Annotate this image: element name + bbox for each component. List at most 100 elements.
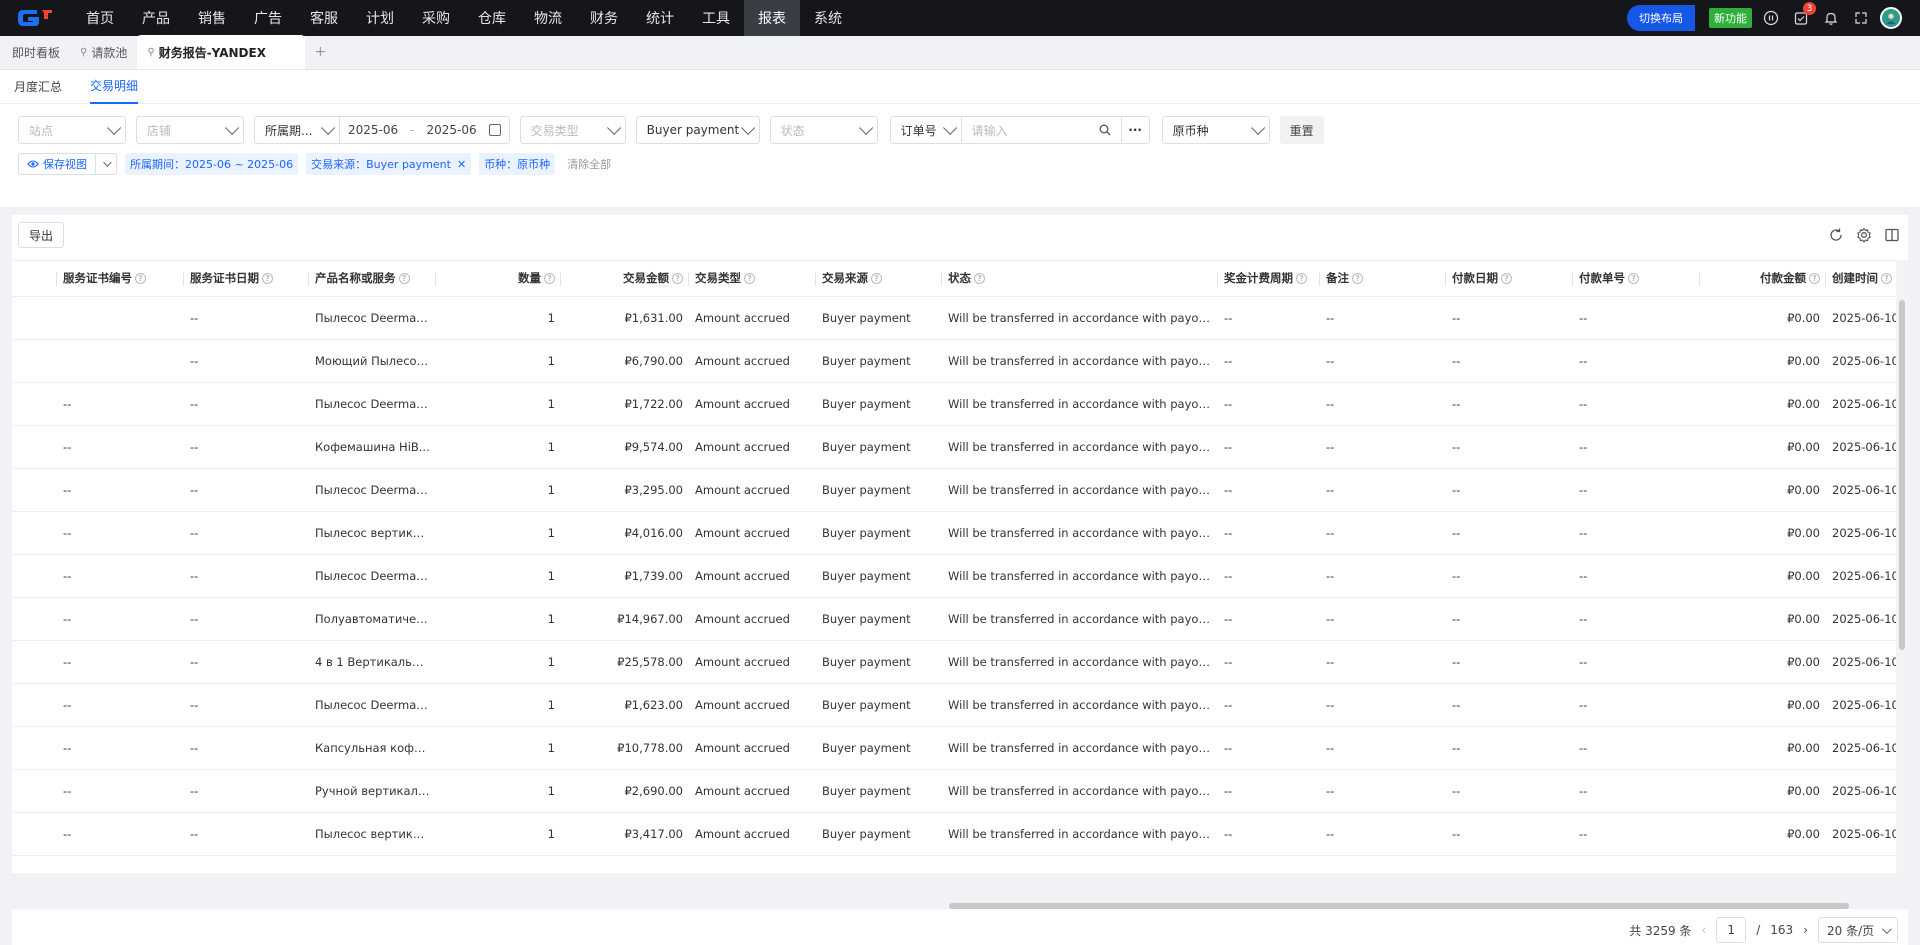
date-range-picker[interactable]: 2025-06 - 2025-06 bbox=[340, 116, 510, 144]
nav-item[interactable]: 系统 bbox=[800, 0, 856, 36]
clear-all-link[interactable]: 清除全部 bbox=[567, 156, 611, 172]
nav-item[interactable]: 仓库 bbox=[464, 0, 520, 36]
column-header[interactable]: 付款日期? bbox=[1446, 261, 1573, 297]
horizontal-scroll-area[interactable] bbox=[12, 873, 1908, 909]
help-icon[interactable]: ? bbox=[544, 273, 555, 285]
add-tab-button[interactable]: + bbox=[305, 35, 335, 69]
column-header[interactable]: 备注? bbox=[1320, 261, 1446, 297]
nav-item[interactable]: 工具 bbox=[688, 0, 744, 36]
sub-tab[interactable]: 月度汇总 bbox=[14, 70, 62, 104]
nav-item[interactable]: 首页 bbox=[72, 0, 128, 36]
help-icon[interactable]: ? bbox=[1296, 273, 1307, 285]
help-icon[interactable]: ? bbox=[744, 273, 755, 285]
table-row[interactable]: -- -- Пылесос Deerma ... 1 ₽1,739.00 Amount a… bbox=[12, 554, 1896, 598]
nav-item[interactable]: 报表 bbox=[744, 0, 800, 36]
order-search-input[interactable]: 请输入 bbox=[961, 116, 1122, 144]
currency-select[interactable]: 原币种 bbox=[1161, 116, 1270, 144]
page-number-input[interactable]: 1 bbox=[1716, 917, 1747, 943]
column-header[interactable]: 付款金额? bbox=[1700, 261, 1826, 297]
column-header[interactable]: 服务证书编号? bbox=[57, 261, 184, 297]
help-icon[interactable] bbox=[1760, 7, 1782, 29]
column-header[interactable]: 付款单号? bbox=[1573, 261, 1700, 297]
column-header[interactable]: 产品名称或服务? bbox=[309, 261, 436, 297]
reset-button[interactable]: 重置 bbox=[1279, 116, 1324, 144]
nav-item[interactable]: 销售 bbox=[184, 0, 240, 36]
table-row[interactable]: -- -- 4 в 1 Вертикальн... 1 ₽25,578.00 Amount… bbox=[12, 640, 1896, 684]
nav-item[interactable]: 物流 bbox=[520, 0, 576, 36]
help-icon[interactable]: ? bbox=[398, 273, 410, 285]
search-icon[interactable] bbox=[1099, 124, 1111, 136]
column-header[interactable]: 数量? bbox=[436, 261, 561, 297]
column-header[interactable]: 交易金额? bbox=[561, 261, 689, 297]
help-icon[interactable]: ? bbox=[1809, 273, 1820, 285]
page-tab[interactable]: 即时看板 bbox=[2, 35, 70, 69]
new-feature-button[interactable]: 新功能 bbox=[1709, 8, 1752, 28]
table-row[interactable]: -- -- Полуавтоматичес... 1 ₽14,967.00 Amount … bbox=[12, 597, 1896, 641]
pin-icon[interactable]: ⚲ bbox=[80, 47, 87, 58]
table-row[interactable]: -- -- Ручной вертикаль... 1 ₽2,690.00 Amount … bbox=[12, 769, 1896, 813]
table-row[interactable]: -- -- Кофемашина HiB... 1 ₽9,574.00 Amount ac… bbox=[12, 425, 1896, 469]
shop-select[interactable]: 店铺 bbox=[136, 116, 244, 144]
more-filters-button[interactable]: ··· bbox=[1121, 116, 1150, 144]
switch-layout-button[interactable]: 切换布局 bbox=[1627, 5, 1695, 31]
save-view-dropdown[interactable] bbox=[96, 154, 116, 174]
nav-item[interactable]: 统计 bbox=[632, 0, 688, 36]
nav-item[interactable]: 广告 bbox=[240, 0, 296, 36]
page-tab[interactable]: ⚲ 请款池 bbox=[70, 35, 137, 69]
page-tab[interactable]: ⚲ 财务报告-YANDEX bbox=[137, 35, 306, 69]
table-row[interactable]: -- -- Пылесос Deerma ... 1 ₽1,623.00 Amount a… bbox=[12, 683, 1896, 727]
column-header[interactable]: 状态? bbox=[942, 261, 1218, 297]
close-icon[interactable]: ✕ bbox=[457, 158, 466, 171]
vertical-scrollbar-thumb[interactable] bbox=[1899, 300, 1905, 650]
trade-source-select[interactable]: Buyer payment bbox=[635, 116, 760, 144]
nav-item[interactable]: 计划 bbox=[352, 0, 408, 36]
column-header[interactable]: 交易来源? bbox=[816, 261, 942, 297]
column-header[interactable]: 交易类型? bbox=[689, 261, 816, 297]
column-header[interactable]: 奖金计费周期? bbox=[1218, 261, 1320, 297]
next-page-button[interactable]: › bbox=[1803, 923, 1808, 937]
nav-item[interactable]: 财务 bbox=[576, 0, 632, 36]
table-row[interactable]: -- -- Пылесос Deerma ... 1 ₽3,295.00 Amount a… bbox=[12, 468, 1896, 512]
help-icon[interactable]: ? bbox=[974, 273, 985, 285]
app-logo[interactable] bbox=[0, 0, 72, 36]
fullscreen-icon[interactable] bbox=[1850, 7, 1872, 29]
task-icon[interactable]: 3 bbox=[1790, 2, 1816, 29]
gear-icon[interactable] bbox=[1856, 227, 1872, 243]
table-row[interactable]: -- -- Пылесос вертика... 1 ₽3,417.00 Amount a… bbox=[12, 812, 1896, 856]
help-icon[interactable]: ? bbox=[1501, 273, 1512, 285]
user-avatar[interactable] bbox=[1880, 7, 1902, 29]
vertical-scrollbar[interactable] bbox=[1896, 260, 1908, 873]
help-icon[interactable]: ? bbox=[262, 273, 273, 285]
help-icon[interactable]: ? bbox=[871, 273, 882, 285]
table-row[interactable]: -- -- Пылесос Deerma ... 1 ₽1,722.00 Amount a… bbox=[12, 382, 1896, 426]
bell-icon[interactable] bbox=[1820, 7, 1842, 29]
table-row[interactable]: -- -- Пылесос вертика... 1 ₽4,016.00 Amount a… bbox=[12, 511, 1896, 555]
column-layout-icon[interactable] bbox=[1884, 227, 1900, 243]
period-select[interactable]: 所属期... bbox=[254, 116, 340, 144]
horizontal-scrollbar-thumb[interactable] bbox=[949, 903, 1849, 909]
table-row[interactable]: -- -- Капсульная кофе... 1 ₽10,778.00 Amount … bbox=[12, 726, 1896, 770]
help-icon[interactable]: ? bbox=[135, 273, 146, 285]
prev-page-button[interactable]: ‹ bbox=[1701, 923, 1706, 937]
order-field-select[interactable]: 订单号 bbox=[889, 116, 962, 144]
table-row[interactable]: -- Моющий Пылесос... 1 ₽6,790.00 Amount accr… bbox=[12, 339, 1896, 383]
column-header[interactable]: 服务证书日期? bbox=[184, 261, 309, 297]
nav-item[interactable]: 采购 bbox=[408, 0, 464, 36]
status-select[interactable]: 状态 bbox=[769, 116, 878, 144]
help-icon[interactable]: ? bbox=[1352, 273, 1363, 285]
nav-item[interactable]: 客服 bbox=[296, 0, 352, 36]
column-header[interactable]: 创建时间? bbox=[1826, 261, 1896, 297]
help-icon[interactable]: ? bbox=[1881, 273, 1892, 285]
export-button[interactable]: 导出 bbox=[18, 222, 65, 248]
trade-type-select[interactable]: 交易类型 bbox=[519, 116, 626, 144]
page-size-select[interactable]: 20 条/页 bbox=[1818, 917, 1898, 943]
site-select[interactable]: 站点 bbox=[18, 116, 126, 144]
sub-tab[interactable]: 交易明细 bbox=[90, 70, 139, 104]
help-icon[interactable]: ? bbox=[672, 273, 683, 285]
table-row[interactable]: -- Пылесос Deerma ... 1 ₽1,631.00 Amount acc… bbox=[12, 296, 1896, 340]
nav-item[interactable]: 产品 bbox=[128, 0, 184, 36]
help-icon[interactable]: ? bbox=[1628, 273, 1639, 285]
pin-icon[interactable]: ⚲ bbox=[147, 47, 154, 58]
save-view-button[interactable]: 保存视图 bbox=[18, 153, 117, 175]
refresh-icon[interactable] bbox=[1828, 227, 1844, 243]
